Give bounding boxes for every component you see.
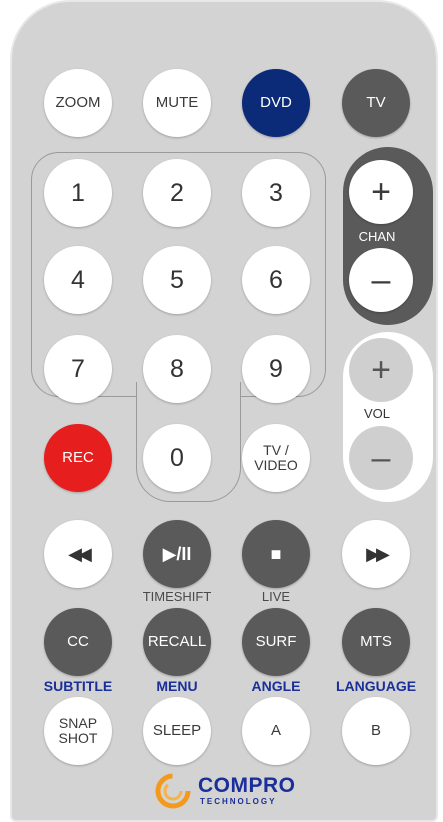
mts-button[interactable]: MTS — [342, 608, 410, 676]
plus-icon: + — [371, 351, 391, 389]
live-label: LIVE — [261, 589, 291, 604]
snapshot-button[interactable]: SNAP SHOT — [44, 697, 112, 765]
key-6[interactable]: 6 — [242, 246, 310, 314]
b-button[interactable]: B — [342, 697, 410, 765]
channel-down-button[interactable]: – — [349, 248, 413, 312]
remote-body: ZOOM MUTE DVD TV 1 2 3 4 5 6 7 8 9 0 REC… — [10, 0, 438, 822]
key-9[interactable]: 9 — [242, 335, 310, 403]
recall-button[interactable]: RECALL — [143, 608, 211, 676]
plus-icon: + — [371, 173, 391, 211]
a-button[interactable]: A — [242, 697, 310, 765]
sleep-button[interactable]: SLEEP — [143, 697, 211, 765]
volume-up-button[interactable]: + — [349, 338, 413, 402]
logo-sub-text: TECHNOLOGY — [200, 797, 277, 806]
key-0[interactable]: 0 — [143, 424, 211, 492]
rec-button[interactable]: REC — [44, 424, 112, 492]
channel-label: CHAN — [358, 229, 396, 244]
cc-button[interactable]: CC — [44, 608, 112, 676]
compro-logo: COMPRO TECHNOLOGY — [154, 772, 324, 812]
timeshift-label: TIMESHIFT — [142, 589, 212, 604]
stop-button[interactable]: ■ — [242, 520, 310, 588]
key-1[interactable]: 1 — [44, 159, 112, 227]
stop-icon: ■ — [270, 543, 282, 564]
dvd-button[interactable]: DVD — [242, 69, 310, 137]
key-5[interactable]: 5 — [143, 246, 211, 314]
logo-brand-text: COMPRO — [198, 774, 296, 797]
minus-icon: – — [371, 439, 391, 477]
compro-swirl-icon — [155, 773, 191, 809]
rewind-button[interactable]: ◀◀ — [44, 520, 112, 588]
zoom-button[interactable]: ZOOM — [44, 69, 112, 137]
mute-button[interactable]: MUTE — [143, 69, 211, 137]
play-pause-button[interactable]: ▶/II — [143, 520, 211, 588]
fast-forward-button[interactable]: ▶▶ — [342, 520, 410, 588]
language-label: LANGUAGE — [335, 678, 417, 694]
rewind-icon: ◀◀ — [68, 543, 92, 564]
key-2[interactable]: 2 — [143, 159, 211, 227]
surf-button[interactable]: SURF — [242, 608, 310, 676]
volume-label: VOL — [363, 406, 390, 421]
key-3[interactable]: 3 — [242, 159, 310, 227]
play-pause-icon: ▶/II — [162, 543, 192, 564]
channel-up-button[interactable]: + — [349, 160, 413, 224]
key-8[interactable]: 8 — [143, 335, 211, 403]
tv-video-button[interactable]: TV / VIDEO — [242, 424, 310, 492]
volume-down-button[interactable]: – — [349, 426, 413, 490]
key-7[interactable]: 7 — [44, 335, 112, 403]
key-4[interactable]: 4 — [44, 246, 112, 314]
tv-button[interactable]: TV — [342, 69, 410, 137]
fast-forward-icon: ▶▶ — [366, 543, 390, 564]
minus-icon: – — [371, 261, 391, 299]
